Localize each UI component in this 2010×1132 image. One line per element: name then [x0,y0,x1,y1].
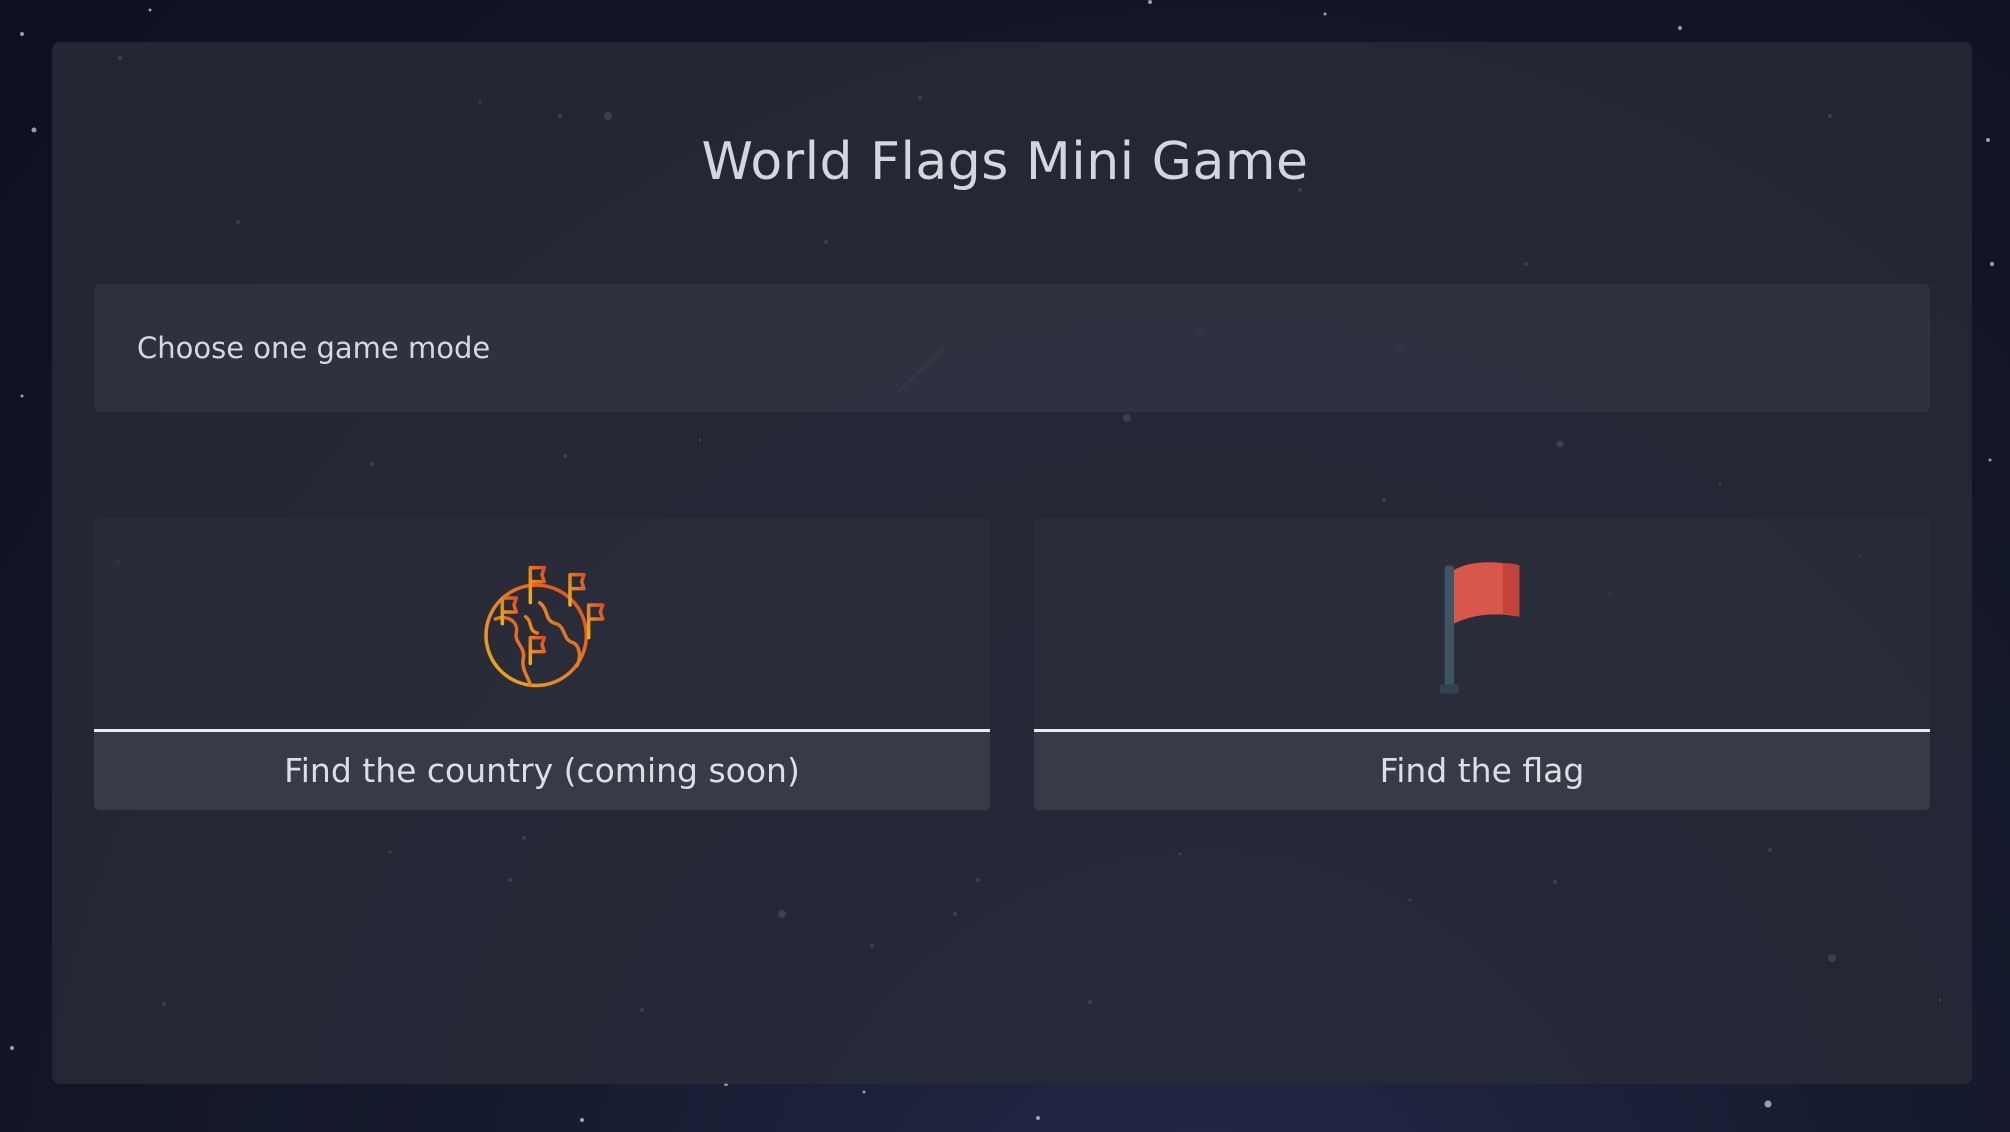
card-icon-area [94,518,990,729]
card-icon-area [1034,518,1930,729]
find-the-flag-mode-card[interactable]: Find the flag [1034,518,1930,810]
find-the-country-label[interactable]: Find the country (coming soon) [94,732,990,810]
find-the-flag-label[interactable]: Find the flag [1034,732,1930,810]
page-title: World Flags Mini Game [701,132,1309,192]
game-mode-prompt: Choose one game mode [137,331,491,365]
red-flag-icon [1440,562,1520,694]
globe-with-flags-icon [484,565,605,688]
find-the-country-mode-card[interactable]: Find the country (coming soon) [94,518,990,810]
game-mode-prompt-bar: Choose one game mode [94,284,1930,412]
